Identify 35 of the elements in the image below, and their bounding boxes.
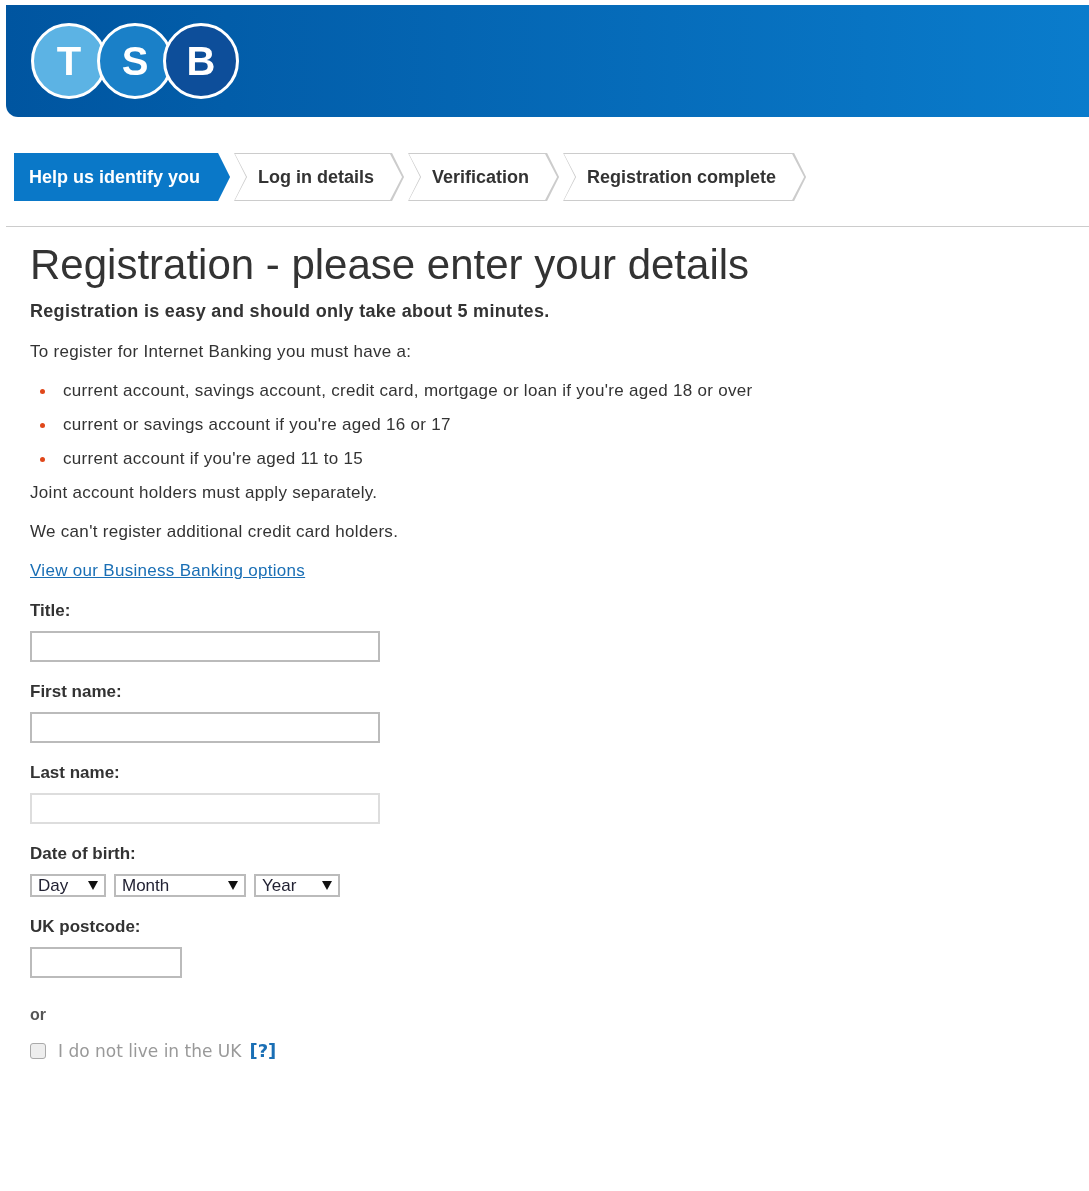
caret-icon [322, 881, 332, 890]
bullet-icon [40, 388, 45, 394]
progress-step: Verification [408, 153, 560, 201]
requirement-text: current account if you're aged 11 to 15 [63, 449, 364, 469]
date-select[interactable]: Month [114, 874, 246, 897]
caret-icon [88, 881, 98, 890]
note-text: We can't register additional credit card holders. [30, 522, 400, 542]
intro-text: Registration is easy and should only take about 5 minutes. [30, 301, 551, 322]
bullet-icon [40, 422, 45, 428]
date-select[interactable]: Day [30, 874, 106, 897]
note-text: Joint account holders must apply separately. [30, 483, 379, 503]
progress-step: Registration complete [563, 153, 807, 201]
field-label: Date of birth: [30, 844, 137, 864]
requirements-text: To register for Internet Banking you must have a: [30, 342, 413, 362]
logo-letter: B [163, 23, 239, 99]
requirement-text: current or savings account if you're aged 16 or 17 [63, 415, 451, 435]
checkbox[interactable] [30, 1042, 46, 1059]
progress-step: Help us identify you [14, 153, 231, 201]
date-select[interactable]: Year [254, 874, 340, 897]
checkbox-label: I do not live in the UK [58, 1040, 242, 1061]
requirement-text: current account, savings account, credit card, mortgage or loan if you're aged 18 or over [63, 381, 753, 401]
field-label: Title: [30, 601, 72, 621]
caret-icon [228, 881, 238, 890]
field-label: First name: [30, 682, 123, 702]
page-heading: Registration - please enter your details [30, 241, 751, 289]
postcode-field[interactable] [30, 947, 182, 978]
business-banking-link[interactable]: View our Business Banking options [30, 561, 306, 580]
or-text: or [30, 1006, 47, 1024]
progress-step: Log in details [234, 153, 405, 201]
field-label: UK postcode: [30, 917, 142, 937]
bullet-icon [40, 456, 45, 462]
text-field[interactable] [30, 631, 380, 662]
field-label: Last name: [30, 763, 121, 783]
text-field[interactable] [30, 712, 380, 743]
help-link[interactable]: [?] [249, 1040, 277, 1061]
